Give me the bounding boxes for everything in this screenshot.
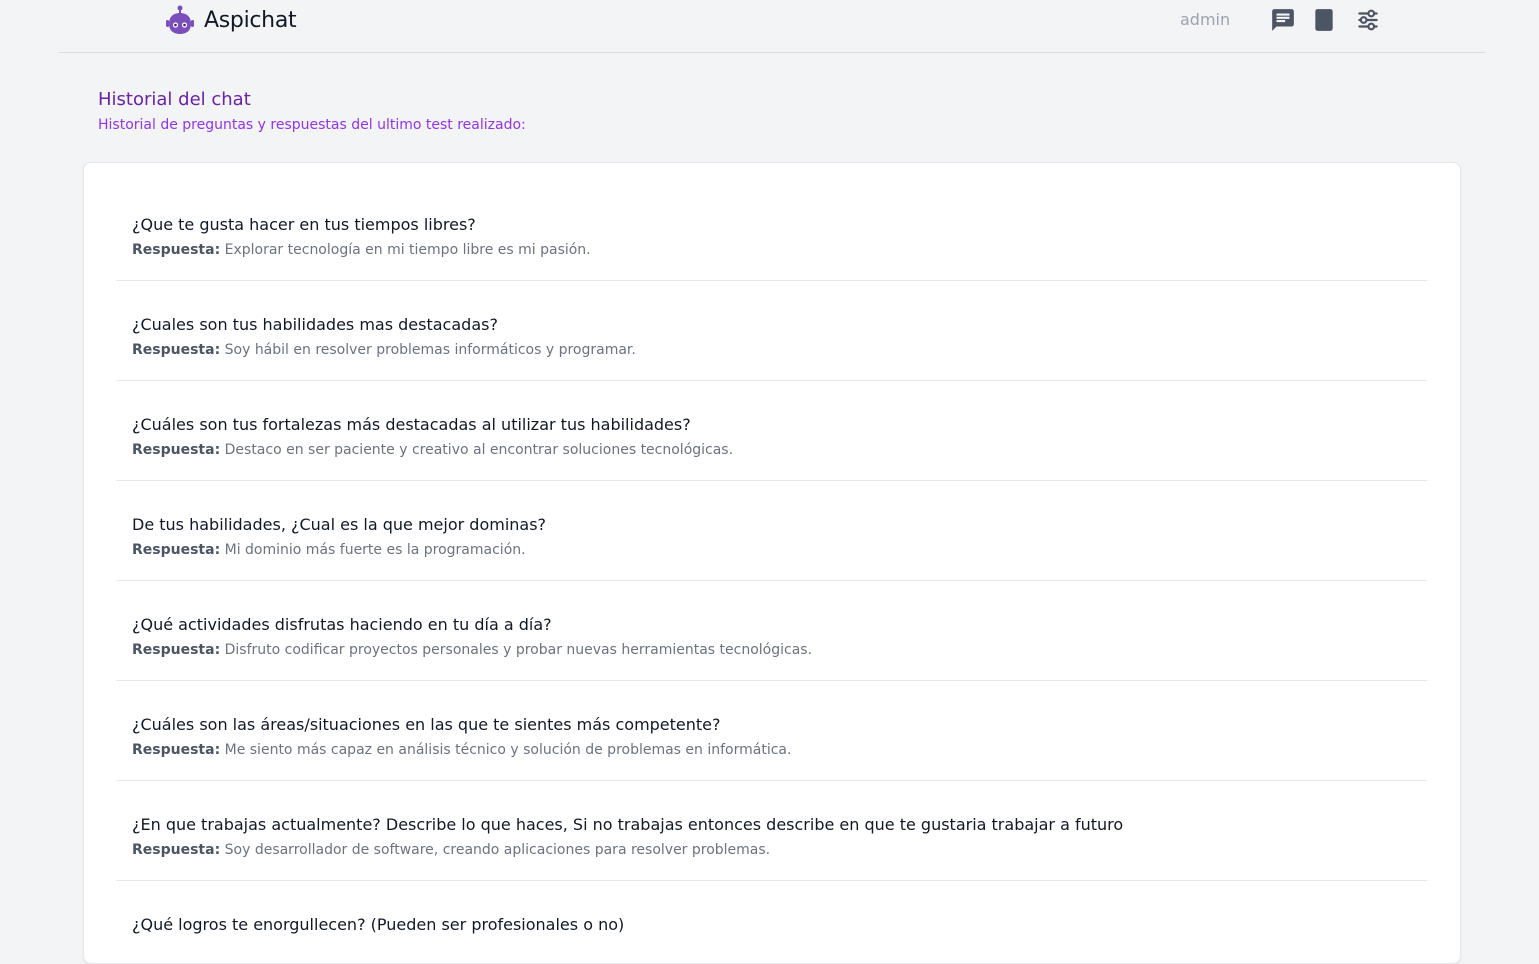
qa-question: De tus habilidades, ¿Cual es la que mejo… bbox=[132, 515, 547, 534]
qa-answer: Respuesta: Mi dominio más fuerte es la p… bbox=[132, 541, 1427, 559]
qa-item: ¿Qué actividades disfrutas haciendo en t… bbox=[116, 581, 1427, 681]
settings-sliders-icon[interactable] bbox=[1355, 7, 1381, 33]
qa-answer-text: Mi dominio más fuerte es la programación… bbox=[224, 542, 526, 558]
qa-answer-label: Respuesta: bbox=[132, 242, 221, 258]
qa-question: ¿En que trabajas actualmente? Describe l… bbox=[132, 815, 1124, 834]
qa-answer-text: Disfruto codificar proyectos personales … bbox=[224, 642, 813, 658]
qa-question: ¿Cuáles son tus fortalezas más destacada… bbox=[132, 415, 691, 434]
qa-answer-label: Respuesta: bbox=[132, 342, 221, 358]
brand[interactable]: Aspichat bbox=[164, 4, 297, 36]
qa-item: ¿Cuales son tus habilidades mas destacad… bbox=[116, 281, 1427, 381]
qa-answer: Respuesta: Disfruto codificar proyectos … bbox=[132, 641, 1427, 659]
qa-item: ¿Que te gusta hacer en tus tiempos libre… bbox=[116, 181, 1427, 281]
robot-logo-icon bbox=[166, 5, 194, 34]
page-subtitle: Historial de preguntas y respuestas del … bbox=[98, 117, 526, 133]
qa-answer-label: Respuesta: bbox=[132, 642, 221, 658]
qa-question: ¿Que te gusta hacer en tus tiempos libre… bbox=[132, 215, 476, 234]
qa-answer-label: Respuesta: bbox=[132, 442, 221, 458]
qa-list: ¿Que te gusta hacer en tus tiempos libre… bbox=[116, 181, 1427, 963]
qa-answer-text: Me siento más capaz en análisis técnico … bbox=[224, 742, 792, 758]
qa-question: ¿Qué logros te enorgullecen? (Pueden ser… bbox=[132, 915, 625, 934]
qa-item: ¿Cuáles son tus fortalezas más destacada… bbox=[116, 381, 1427, 481]
qa-answer-label: Respuesta: bbox=[132, 542, 221, 558]
qa-answer: Respuesta: Soy hábil en resolver problem… bbox=[132, 341, 1427, 359]
qa-item: ¿Qué logros te enorgullecen? (Pueden ser… bbox=[116, 881, 1427, 963]
qa-answer-text: Explorar tecnología en mi tiempo libre e… bbox=[224, 242, 591, 258]
top-navbar: Aspichat admin bbox=[58, 0, 1485, 53]
qa-answer: Respuesta: Destaco en ser paciente y cre… bbox=[132, 441, 1427, 459]
page-title: Historial del chat bbox=[98, 89, 251, 110]
qa-answer-label: Respuesta: bbox=[132, 842, 221, 858]
qa-answer: Respuesta: Explorar tecnología en mi tie… bbox=[132, 241, 1427, 259]
qa-answer-text: Soy desarrollador de software, creando a… bbox=[224, 842, 771, 858]
brand-name: Aspichat bbox=[204, 7, 297, 33]
qa-item: De tus habilidades, ¿Cual es la que mejo… bbox=[116, 481, 1427, 581]
qa-answer-text: Soy hábil en resolver problemas informát… bbox=[224, 342, 636, 358]
book-icon[interactable] bbox=[1311, 7, 1337, 33]
qa-question: ¿Cuáles son las áreas/situaciones en las… bbox=[132, 715, 721, 734]
qa-answer-text: Destaco en ser paciente y creativo al en… bbox=[224, 442, 734, 458]
qa-question: ¿Cuales son tus habilidades mas destacad… bbox=[132, 315, 498, 334]
qa-question: ¿Qué actividades disfrutas haciendo en t… bbox=[132, 615, 552, 634]
user-name[interactable]: admin bbox=[1180, 10, 1230, 29]
qa-answer: Respuesta: Me siento más capaz en anális… bbox=[132, 741, 1427, 759]
chat-history-card: ¿Que te gusta hacer en tus tiempos libre… bbox=[83, 162, 1461, 964]
qa-item: ¿Cuáles son las áreas/situaciones en las… bbox=[116, 681, 1427, 781]
qa-answer: Respuesta: Soy desarrollador de software… bbox=[132, 841, 1427, 859]
chat-icon[interactable] bbox=[1270, 7, 1296, 33]
qa-answer-label: Respuesta: bbox=[132, 742, 221, 758]
qa-item: ¿En que trabajas actualmente? Describe l… bbox=[116, 781, 1427, 881]
